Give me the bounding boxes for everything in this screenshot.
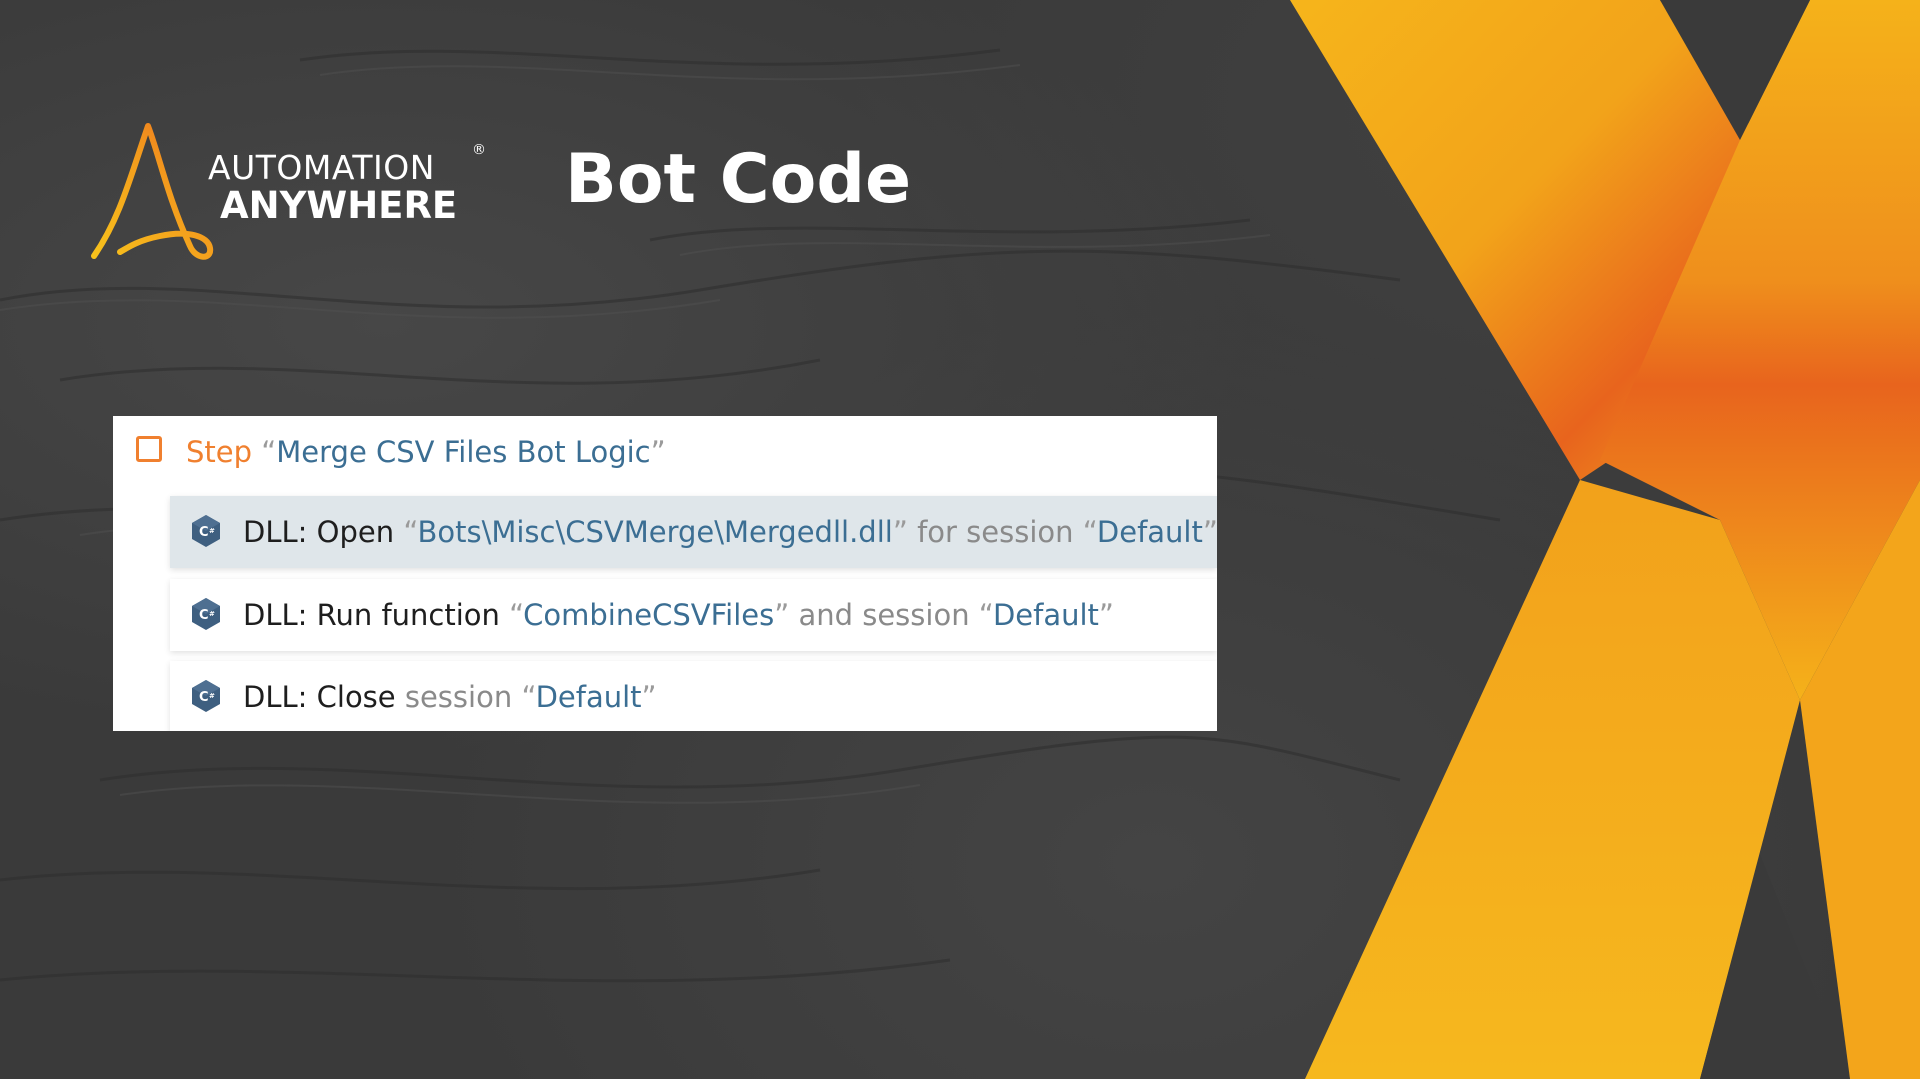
- quote-mark: ”: [892, 515, 908, 549]
- session-value: Default: [535, 680, 642, 714]
- action-label: DLL: Run function “CombineCSVFiles” and …: [243, 598, 1114, 632]
- svg-text:#: #: [209, 527, 215, 535]
- quote-mark: “: [1082, 515, 1097, 549]
- svg-text:#: #: [209, 692, 215, 700]
- quote-mark: “: [509, 598, 524, 632]
- csharp-icon: C #: [192, 598, 220, 630]
- dll-path-value: Bots\Misc\CSVMerge\Mergedll.dll: [417, 515, 893, 549]
- action-row-dll-run-function[interactable]: C # DLL: Run function “CombineCSVFiles” …: [170, 579, 1217, 651]
- quote-mark: ”: [650, 435, 666, 469]
- svg-text:C: C: [199, 608, 209, 623]
- action-label: DLL: Close session “Default”: [243, 680, 657, 714]
- quote-mark: “: [261, 435, 277, 469]
- action-row-dll-close[interactable]: C # DLL: Close session “Default”: [170, 661, 1217, 731]
- automation-anywhere-logo: AUTOMATION ® ANYWHERE: [90, 118, 490, 268]
- action-command: DLL: Close: [243, 680, 396, 714]
- logo-registered-mark: ®: [472, 142, 486, 158]
- action-command: DLL: Open: [243, 515, 395, 549]
- function-name-value: CombineCSVFiles: [523, 598, 775, 632]
- logo-text-anywhere: ANYWHERE: [220, 184, 458, 227]
- quote-mark: “: [978, 598, 993, 632]
- svg-text:C: C: [199, 690, 209, 705]
- svg-text:C: C: [199, 525, 209, 540]
- action-connector: for session: [907, 515, 1083, 549]
- quote-mark: ”: [641, 680, 657, 714]
- action-connector: and session: [789, 598, 979, 632]
- bot-code-panel: Step “Merge CSV Files Bot Logic” C # DLL…: [113, 416, 1217, 731]
- session-value: Default: [992, 598, 1099, 632]
- svg-text:#: #: [209, 610, 215, 618]
- step-row[interactable]: Step “Merge CSV Files Bot Logic”: [113, 416, 1217, 488]
- csharp-icon: C #: [192, 515, 220, 547]
- step-name: Merge CSV Files Bot Logic: [276, 435, 651, 469]
- csharp-icon: C #: [192, 680, 220, 712]
- quote-mark: “: [403, 515, 418, 549]
- step-keyword: Step: [186, 435, 253, 469]
- quote-mark: ”: [1098, 598, 1114, 632]
- action-command: DLL: Run function: [243, 598, 500, 632]
- logo-text-automation: AUTOMATION: [208, 148, 435, 187]
- quote-mark: ”: [1202, 515, 1217, 549]
- step-label: Step “Merge CSV Files Bot Logic”: [186, 435, 666, 469]
- slide: AUTOMATION ® ANYWHERE Bot Code Step “Mer…: [0, 0, 1920, 1079]
- logo-a-mark-icon: [91, 123, 214, 260]
- action-label: DLL: Open “Bots\Misc\CSVMerge\Mergedll.d…: [243, 515, 1217, 549]
- step-checkbox-icon[interactable]: [136, 436, 162, 462]
- quote-mark: ”: [774, 598, 790, 632]
- page-title: Bot Code: [565, 140, 912, 219]
- quote-mark: “: [521, 680, 536, 714]
- session-value: Default: [1096, 515, 1203, 549]
- action-connector: session: [395, 680, 522, 714]
- action-row-dll-open[interactable]: C # DLL: Open “Bots\Misc\CSVMerge\Merged…: [170, 496, 1217, 568]
